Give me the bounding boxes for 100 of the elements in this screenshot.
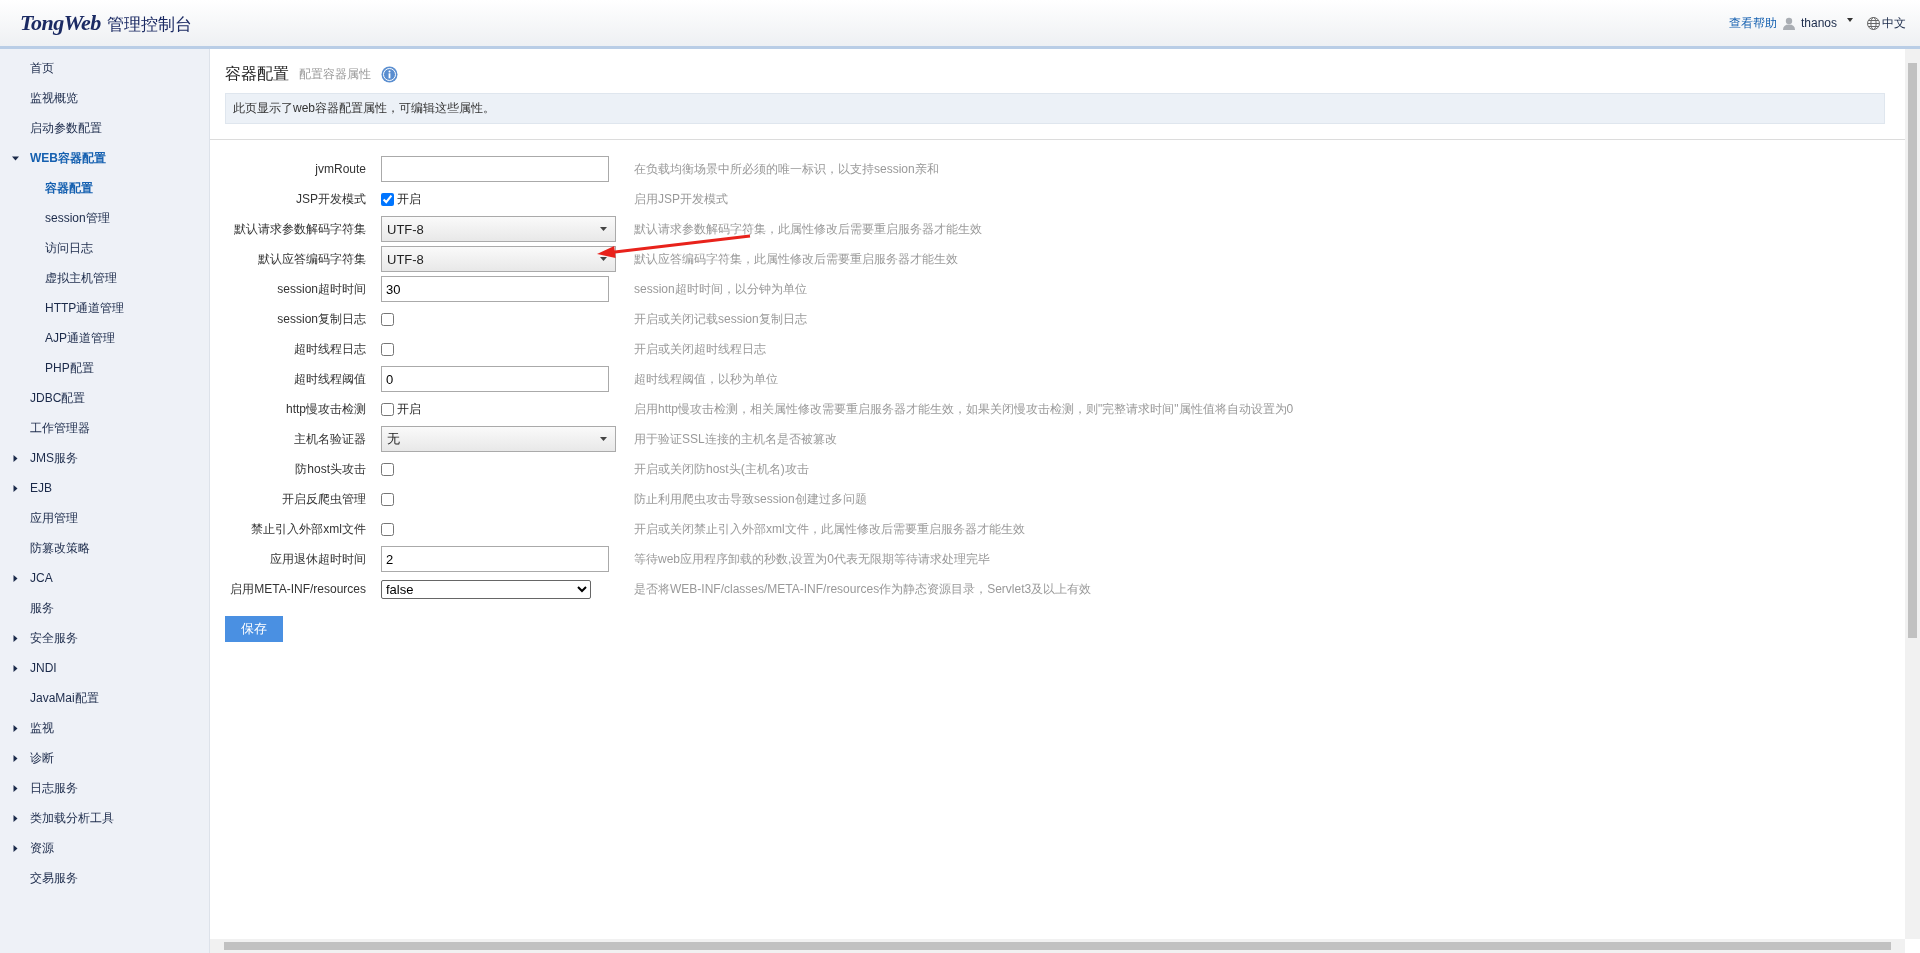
field-description: 启用JSP开发模式 xyxy=(634,190,729,208)
sidebar-item[interactable]: 服务 xyxy=(30,599,54,617)
globe-icon[interactable] xyxy=(1867,16,1880,30)
field-label: JSP开发模式 xyxy=(295,190,366,208)
sidebar-item[interactable]: 资源 xyxy=(30,839,54,857)
sidebar-item[interactable]: 容器配置 xyxy=(45,179,93,197)
caret-icon[interactable] xyxy=(1847,18,1853,22)
info-icon[interactable] xyxy=(381,65,398,83)
field-label: 启用META-INF/resources xyxy=(229,580,366,598)
field-description: 在负载均衡场景中所必须的唯一标识，以支持session亲和 xyxy=(634,160,940,178)
field-description: 开启或关闭防host头(主机名)攻击 xyxy=(634,460,810,478)
field-description: 开启或关闭记载session复制日志 xyxy=(634,310,808,328)
collapsed-arrow-icon[interactable] xyxy=(11,454,19,462)
caret-icon xyxy=(600,437,607,441)
collapsed-arrow-icon[interactable] xyxy=(11,784,19,792)
field-description: 默认请求参数解码字符集，此属性修改后需要重启服务器才能生效 xyxy=(634,220,983,238)
field-label: 默认请求参数解码字符集 xyxy=(233,220,366,238)
checkbox-label[interactable]: 开启 xyxy=(397,400,421,418)
dropdown[interactable]: UTF-8 xyxy=(381,246,616,272)
field-description: 超时线程阈值，以秒为单位 xyxy=(634,370,779,388)
page-subtitle: 配置容器属性 xyxy=(299,65,371,83)
checkbox-label[interactable]: 开启 xyxy=(397,190,421,208)
field-description: 等待web应用程序卸载的秒数,设置为0代表无限期等待请求处理完毕 xyxy=(634,550,992,568)
checkbox[interactable] xyxy=(381,192,394,206)
field-description: 启用http慢攻击检测，相关属性修改需要重启服务器才能生效，如果关闭慢攻击检测，则"完整请求时间"属性值将自动设置为0 xyxy=(634,400,1295,418)
collapsed-arrow-icon[interactable] xyxy=(11,844,19,852)
field-description: 开启或关闭禁止引入外部xml文件，此属性修改后需要重启服务器才能生效 xyxy=(634,520,1026,538)
collapsed-arrow-icon[interactable] xyxy=(11,724,19,732)
field-label: 超时线程阈值 xyxy=(293,370,366,388)
caret-icon xyxy=(600,227,607,231)
checkbox[interactable] xyxy=(381,492,394,506)
select-field[interactable]: false xyxy=(381,579,591,599)
sidebar-item[interactable]: PHP配置 xyxy=(45,359,94,377)
field-label: http慢攻击检测 xyxy=(285,400,366,418)
sidebar-item[interactable]: 访问日志 xyxy=(45,239,93,257)
sidebar-item[interactable]: 类加载分析工具 xyxy=(30,809,114,827)
help-link[interactable]: 查看帮助 xyxy=(1728,14,1777,32)
sidebar-item[interactable]: 启动参数配置 xyxy=(30,119,102,137)
user-name[interactable]: thanos xyxy=(1800,16,1837,30)
field-label: jvmRoute xyxy=(314,162,366,176)
dropdown[interactable]: 无 xyxy=(381,426,616,452)
checkbox[interactable] xyxy=(381,522,394,536)
sidebar-item[interactable]: JMS服务 xyxy=(30,449,78,467)
collapsed-arrow-icon[interactable] xyxy=(11,754,19,762)
vertical-scrollbar[interactable] xyxy=(1905,49,1920,939)
field-label: 主机名验证器 xyxy=(293,430,366,448)
sidebar-item[interactable]: JavaMai配置 xyxy=(30,689,99,707)
sidebar-item[interactable]: AJP通道管理 xyxy=(45,329,115,347)
sidebar-item[interactable]: session管理 xyxy=(45,209,110,227)
sidebar-item[interactable]: JNDI xyxy=(30,661,57,675)
dropdown[interactable]: UTF-8 xyxy=(381,216,616,242)
brand-logo: TongWeb xyxy=(20,10,101,36)
sidebar-item[interactable]: 监视概览 xyxy=(30,89,78,107)
language-link[interactable]: 中文 xyxy=(1882,14,1906,32)
field-description: 开启或关闭超时线程日志 xyxy=(634,340,767,358)
field-description: session超时时间，以分钟为单位 xyxy=(634,280,808,298)
sidebar-item[interactable]: JCA xyxy=(30,571,53,585)
sidebar-item[interactable]: EJB xyxy=(30,481,52,495)
field-label: 应用退休超时时间 xyxy=(269,550,366,568)
sidebar-item[interactable]: 安全服务 xyxy=(30,629,78,647)
app-title: 管理控制台 xyxy=(106,14,192,36)
page-title: 容器配置 xyxy=(225,63,289,84)
input-field[interactable]: 2 xyxy=(381,546,609,572)
sidebar-item[interactable]: 虚拟主机管理 xyxy=(45,269,117,287)
horizontal-scrollbar[interactable] xyxy=(210,939,1905,953)
checkbox[interactable] xyxy=(381,342,394,356)
sidebar-item[interactable]: 应用管理 xyxy=(30,509,78,527)
sidebar-item[interactable]: 工作管理器 xyxy=(30,419,90,437)
sidebar-item[interactable]: JDBC配置 xyxy=(30,389,86,407)
field-label: 禁止引入外部xml文件 xyxy=(250,520,366,538)
field-label: 默认应答编码字符集 xyxy=(257,250,366,268)
checkbox[interactable] xyxy=(381,312,394,326)
input-field[interactable]: 0 xyxy=(381,366,609,392)
expanded-arrow-icon[interactable] xyxy=(11,154,19,162)
field-label: 超时线程日志 xyxy=(293,340,366,358)
input-field[interactable]: 30 xyxy=(381,276,609,302)
collapsed-arrow-icon[interactable] xyxy=(11,634,19,642)
checkbox[interactable] xyxy=(381,402,394,416)
collapsed-arrow-icon[interactable] xyxy=(11,664,19,672)
checkbox[interactable] xyxy=(381,462,394,476)
field-label: 防host头攻击 xyxy=(294,460,366,478)
sidebar-item[interactable]: 首页 xyxy=(30,59,54,77)
sidebar-item[interactable]: HTTP通道管理 xyxy=(45,299,125,317)
sidebar-item[interactable]: 日志服务 xyxy=(30,779,78,797)
sidebar-item[interactable]: WEB容器配置 xyxy=(30,149,106,167)
field-label: 开启反爬虫管理 xyxy=(281,490,366,508)
sidebar-item[interactable]: 防篡改策略 xyxy=(30,539,90,557)
sidebar-item[interactable]: 监视 xyxy=(30,719,54,737)
field-description: 防止利用爬虫攻击导致session创建过多问题 xyxy=(634,490,868,508)
field-description: 用于验证SSL连接的主机名是否被篡改 xyxy=(634,430,838,448)
sidebar-item[interactable]: 交易服务 xyxy=(30,869,78,887)
collapsed-arrow-icon[interactable] xyxy=(11,484,19,492)
sidebar-item[interactable]: 诊断 xyxy=(30,749,54,767)
collapsed-arrow-icon[interactable] xyxy=(11,574,19,582)
collapsed-arrow-icon[interactable] xyxy=(11,814,19,822)
info-banner: 此页显示了web容器配置属性，可编辑这些属性。 xyxy=(225,93,1885,124)
input-field[interactable] xyxy=(381,156,609,182)
field-description: 是否将WEB-INF/classes/META-INF/resources作为静态资源目录，Servlet3及以上有效 xyxy=(634,580,1093,598)
field-label: session复制日志 xyxy=(276,310,366,328)
user-icon xyxy=(1782,16,1795,30)
